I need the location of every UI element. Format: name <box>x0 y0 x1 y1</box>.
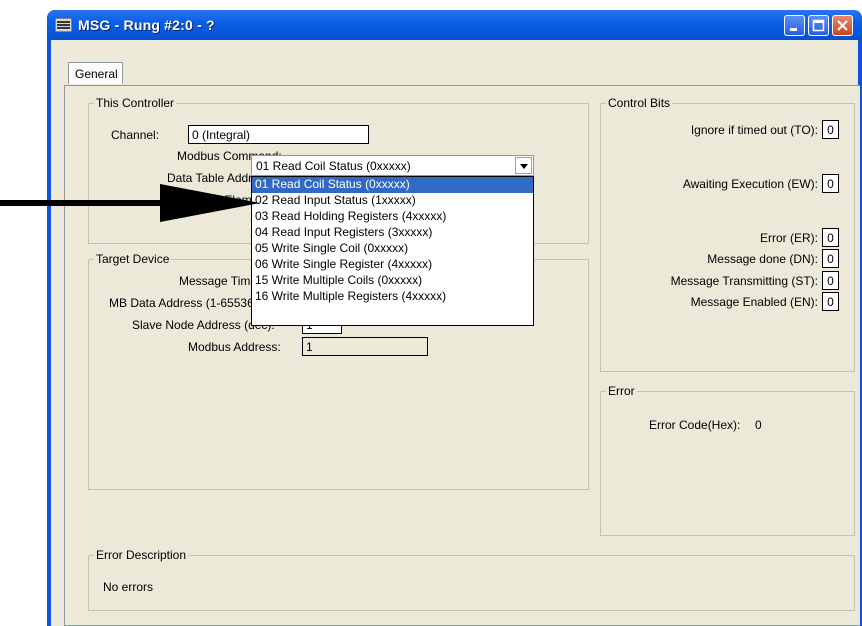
channel-field[interactable]: 0 (Integral) <box>188 125 369 144</box>
maximize-icon <box>812 19 825 32</box>
modbus-command-dropdown-list: 01 Read Coil Status (0xxxxx) 02 Read Inp… <box>251 176 534 326</box>
message-enabled-field: 0 <box>822 292 839 311</box>
tab-general[interactable]: General <box>68 62 123 84</box>
close-icon <box>837 20 848 31</box>
this-controller-legend: This Controller <box>94 96 177 110</box>
awaiting-execution-label: Awaiting Execution (EW): <box>682 177 818 191</box>
error-code-label: Error Code(Hex): <box>649 418 741 432</box>
message-transmitting-field: 0 <box>822 271 839 290</box>
dropdown-option[interactable]: 15 Write Multiple Coils (0xxxxx) <box>252 273 533 289</box>
annotation-arrow-icon <box>160 184 260 222</box>
target-device-legend: Target Device <box>94 252 172 266</box>
modbus-command-selected-value: 01 Read Coil Status (0xxxxx) <box>256 159 411 173</box>
dropdown-option[interactable]: 16 Write Multiple Registers (4xxxxx) <box>252 289 533 305</box>
chevron-down-icon[interactable] <box>515 157 532 174</box>
awaiting-execution-field: 0 <box>822 174 839 193</box>
dropdown-option[interactable]: 04 Read Input Registers (3xxxxx) <box>252 225 533 241</box>
modbus-command-select[interactable]: 01 Read Coil Status (0xxxxx) <box>251 155 534 176</box>
maximize-button[interactable] <box>808 15 829 36</box>
error-description-legend: Error Description <box>94 548 189 562</box>
control-bits-group: Control Bits Ignore if timed out (TO): 0… <box>600 96 855 372</box>
error-bit-label: Error (ER): <box>760 231 818 245</box>
modbus-address-label: Modbus Address: <box>188 340 281 354</box>
window-title: MSG - Rung #2:0 - ? <box>78 17 215 33</box>
error-bit-field: 0 <box>822 228 839 247</box>
title-bar[interactable]: MSG - Rung #2:0 - ? <box>47 10 862 40</box>
message-transmitting-label: Message Transmitting (ST): <box>670 274 818 288</box>
error-code-value: 0 <box>755 418 762 432</box>
message-done-field: 0 <box>822 249 839 268</box>
ladder-logic-icon <box>55 18 72 32</box>
dropdown-option[interactable]: 02 Read Input Status (1xxxxx) <box>252 193 533 209</box>
dropdown-option[interactable]: 03 Read Holding Registers (4xxxxx) <box>252 209 533 225</box>
error-description-text: No errors <box>103 580 154 594</box>
error-description-group: Error Description No errors <box>88 548 855 611</box>
control-bits-legend: Control Bits <box>606 96 673 110</box>
channel-label: Channel: <box>111 128 160 142</box>
message-enabled-label: Message Enabled (EN): <box>690 295 818 309</box>
ignore-if-timed-out-label: Ignore if timed out (TO): <box>690 123 818 137</box>
dropdown-option[interactable]: 06 Write Single Register (4xxxxx) <box>252 257 533 273</box>
message-done-label: Message done (DN): <box>707 252 818 266</box>
annotation-arrow-shaft <box>0 200 170 206</box>
dialog-client-area: General This Controller Channel: 0 (Inte… <box>51 40 860 626</box>
tab-general-label: General <box>75 67 118 81</box>
minimize-button[interactable] <box>784 15 805 36</box>
error-group: Error Error Code(Hex): 0 <box>600 384 855 536</box>
close-button[interactable] <box>832 15 853 36</box>
error-legend: Error <box>606 384 637 398</box>
modbus-address-field: 1 <box>302 337 428 356</box>
minimize-icon <box>790 28 797 31</box>
dropdown-option[interactable]: 05 Write Single Coil (0xxxxx) <box>252 241 533 257</box>
dropdown-option[interactable]: 01 Read Coil Status (0xxxxx) <box>252 177 533 193</box>
mb-data-address-label: MB Data Address (1-65536): <box>109 296 262 310</box>
ignore-if-timed-out-field[interactable]: 0 <box>822 120 839 139</box>
